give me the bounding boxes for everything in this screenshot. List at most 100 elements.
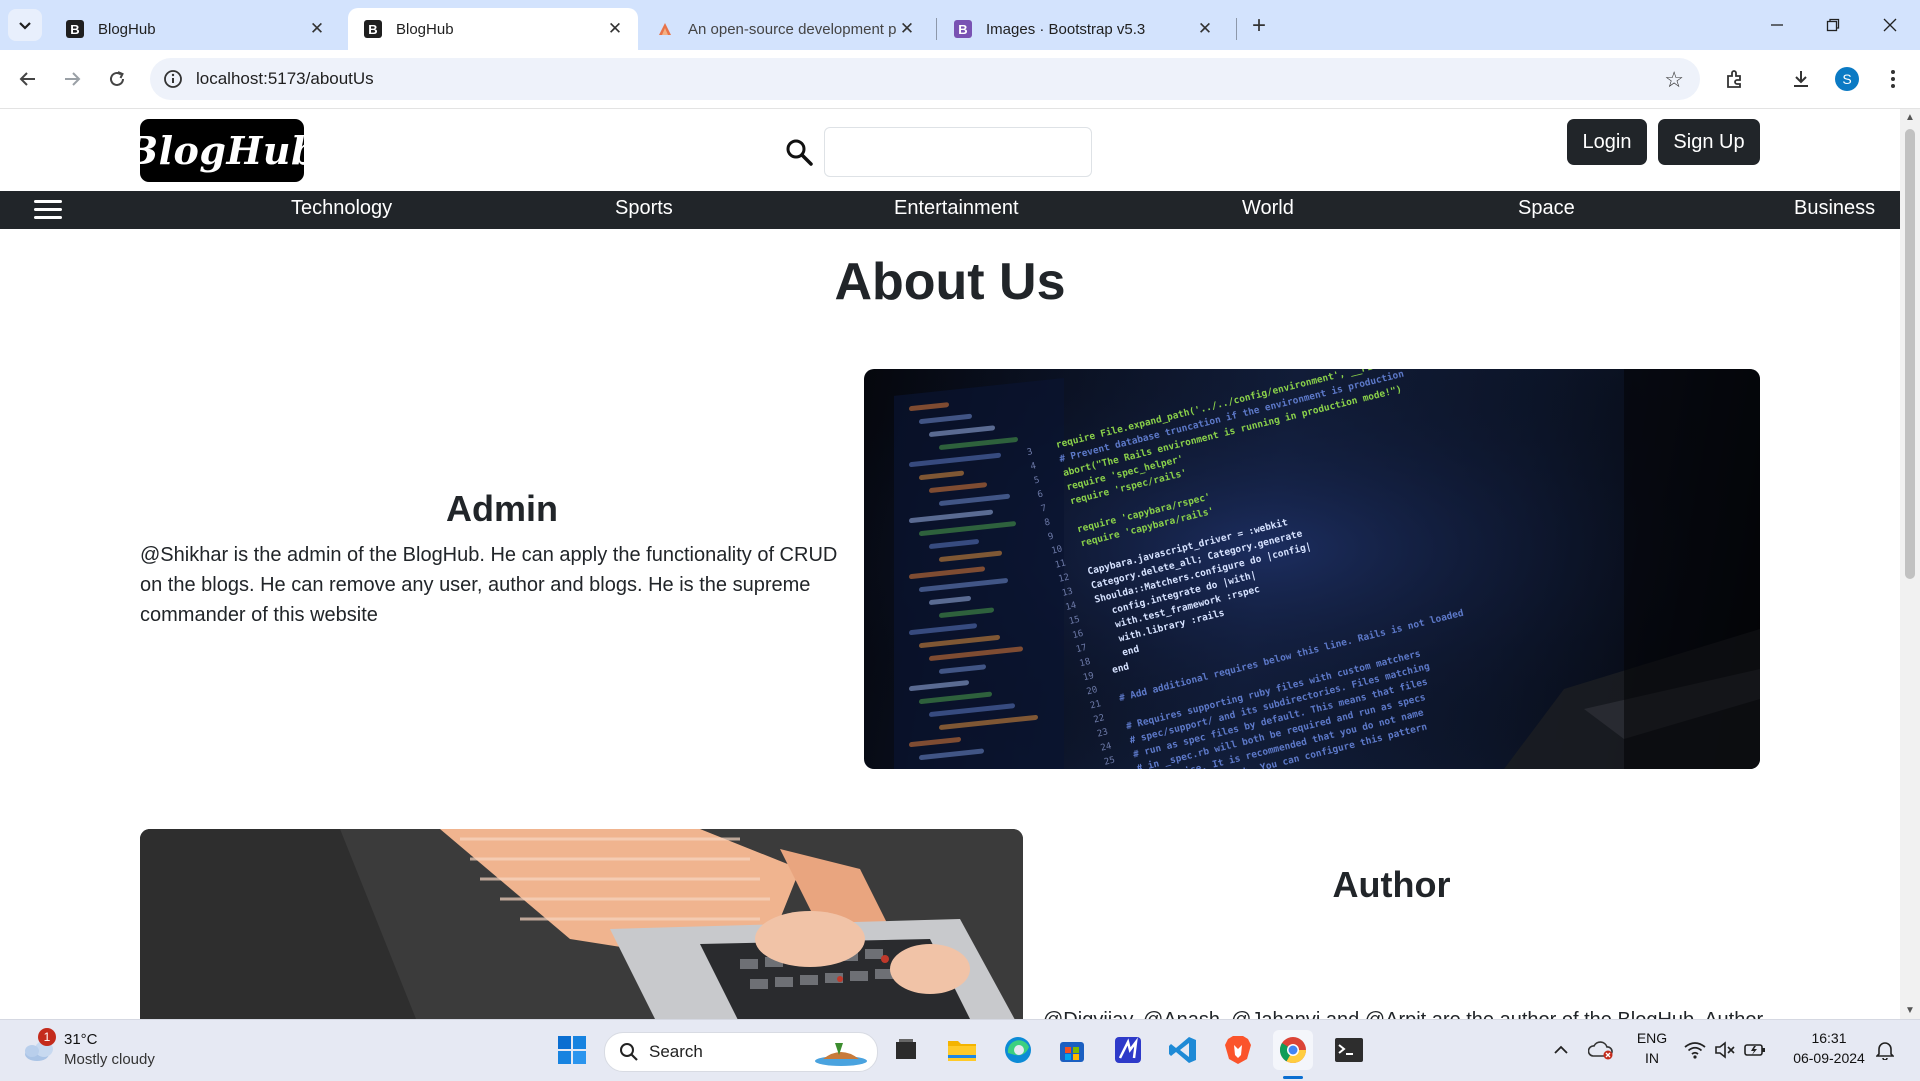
bootstrap-favicon-icon: B [954,20,972,38]
scroll-down-icon[interactable]: ▼ [1904,1005,1916,1017]
store-icon [1060,1042,1084,1062]
page-title: About Us [834,253,1066,311]
wifi-button[interactable] [1680,1030,1710,1070]
tab-open-source[interactable]: An open-source development p ✕ [640,8,930,50]
page-scrollbar[interactable]: ▲ ▼ [1900,109,1920,1019]
battery-charging-icon [1744,1044,1765,1056]
close-icon[interactable]: ✕ [604,18,626,40]
tab-separator [1236,18,1237,40]
tab-bloghub-active[interactable]: B BlogHub ✕ [348,8,638,50]
brave-button[interactable] [1218,1030,1258,1070]
nav-sports[interactable]: Sports [615,197,673,220]
battery-button[interactable] [1740,1030,1770,1070]
store-button[interactable] [1052,1030,1092,1070]
tab-search-button[interactable] [8,9,42,41]
close-icon[interactable]: ✕ [306,18,328,40]
task-view-icon [896,1039,916,1059]
start-button[interactable] [552,1030,592,1070]
notifications-button[interactable] [1870,1030,1900,1070]
hamburger-menu-icon[interactable] [34,200,62,222]
language-bottom[interactable]: IN [1630,1050,1674,1066]
tab-bootstrap-images[interactable]: B Images · Bootstrap v5.3 ✕ [938,8,1228,50]
weather-condition[interactable]: Mostly cloudy [64,1051,155,1068]
nav-technology[interactable]: Technology [291,197,392,220]
cloud-sync-icon [1588,1041,1613,1060]
bookmark-star-icon[interactable]: ☆ [1664,67,1684,93]
temperature[interactable]: 31°C [64,1031,98,1048]
tray-overflow-button[interactable] [1545,1030,1577,1070]
terminal-icon [1335,1038,1363,1062]
search-highlight-icon [815,1043,867,1066]
chrome-icon [1279,1037,1307,1064]
task-view-button[interactable] [886,1030,926,1070]
nav-space[interactable]: Space [1518,197,1575,220]
clock-date[interactable]: 06-09-2024 [1784,1050,1874,1066]
windows-logo-icon [558,1036,586,1064]
notification-badge: 1 [38,1028,56,1046]
vscode-button[interactable] [1163,1030,1203,1070]
reload-button[interactable] [101,63,133,95]
taskbar-search[interactable]: Search [604,1032,878,1072]
new-tab-button[interactable]: + [1245,12,1273,40]
minimize-icon [1771,24,1783,26]
powerautomate-button[interactable] [1108,1030,1148,1070]
download-icon[interactable] [1786,64,1816,94]
search-icon [620,1043,638,1061]
address-bar[interactable]: localhost:5173/aboutUs ☆ [150,58,1700,100]
login-button[interactable]: Login [1567,119,1647,165]
close-icon[interactable]: ✕ [896,18,918,40]
woman-laptop-image [140,829,1023,1019]
profile-avatar[interactable]: S [1835,67,1859,91]
more-menu-icon[interactable] [1878,64,1908,94]
nav-world[interactable]: World [1242,197,1294,220]
author-description: @Digvijay, @Anash, @Jahanvi and @Arpit a… [1043,1005,1783,1019]
search-icon[interactable] [784,137,814,167]
stackshare-favicon-icon [656,20,674,38]
tab-bloghub-1[interactable]: B BlogHub ✕ [50,8,340,50]
scroll-thumb[interactable] [1905,129,1915,579]
nav-business[interactable]: Business [1794,197,1875,220]
admin-description: @Shikhar is the admin of the BlogHub. He… [140,544,838,626]
wifi-icon [1684,1042,1706,1059]
scroll-up-icon[interactable]: ▲ [1904,112,1916,124]
folder-icon [948,1041,976,1061]
nav-entertainment[interactable]: Entertainment [894,197,1019,220]
back-button[interactable] [12,63,44,95]
volume-muted-icon [1715,1041,1735,1059]
close-icon[interactable]: ✕ [1194,18,1216,40]
extensions-icon[interactable] [1720,64,1750,94]
minimize-button[interactable] [1757,10,1797,40]
volume-button[interactable] [1710,1030,1740,1070]
file-explorer-button[interactable] [942,1030,982,1070]
brave-lion-icon [1225,1036,1251,1064]
automate-icon [1115,1037,1141,1063]
close-window-button[interactable] [1870,10,1910,40]
tab-title: Images · Bootstrap v5.3 [986,20,1146,38]
tab-title: BlogHub [98,20,156,38]
edge-icon [1005,1037,1031,1063]
signup-button[interactable]: Sign Up [1658,119,1760,165]
close-icon [1883,18,1897,32]
vscode-icon [1169,1037,1196,1063]
page-content: BlogHub Login Sign Up Technology Sports … [0,109,1900,1019]
category-navbar: Technology Sports Entertainment World Sp… [0,191,1900,229]
tab-title: BlogHub [396,20,454,38]
chevron-down-icon [19,22,31,30]
tab-title: An open-source development p [688,20,896,38]
site-logo[interactable]: BlogHub [126,119,318,182]
language-top[interactable]: ENG [1630,1030,1674,1046]
restore-button[interactable] [1813,10,1853,40]
url-text[interactable]: localhost:5173/aboutUs [196,69,374,89]
info-icon[interactable] [162,68,184,90]
bell-icon [1876,1042,1894,1060]
browser-toolbar: localhost:5173/aboutUs ☆ S [0,50,1920,109]
clock-time[interactable]: 16:31 [1784,1030,1874,1046]
edge-button[interactable] [998,1030,1038,1070]
search-input[interactable] [824,127,1092,177]
forward-button[interactable] [56,63,88,95]
bloghub-favicon-icon: B [364,20,382,38]
tab-strip: B BlogHub ✕ B BlogHub ✕ An open-source d… [0,0,1920,50]
terminal-button[interactable] [1329,1030,1369,1070]
chrome-button[interactable] [1273,1030,1313,1070]
onedrive-button[interactable] [1585,1030,1617,1070]
